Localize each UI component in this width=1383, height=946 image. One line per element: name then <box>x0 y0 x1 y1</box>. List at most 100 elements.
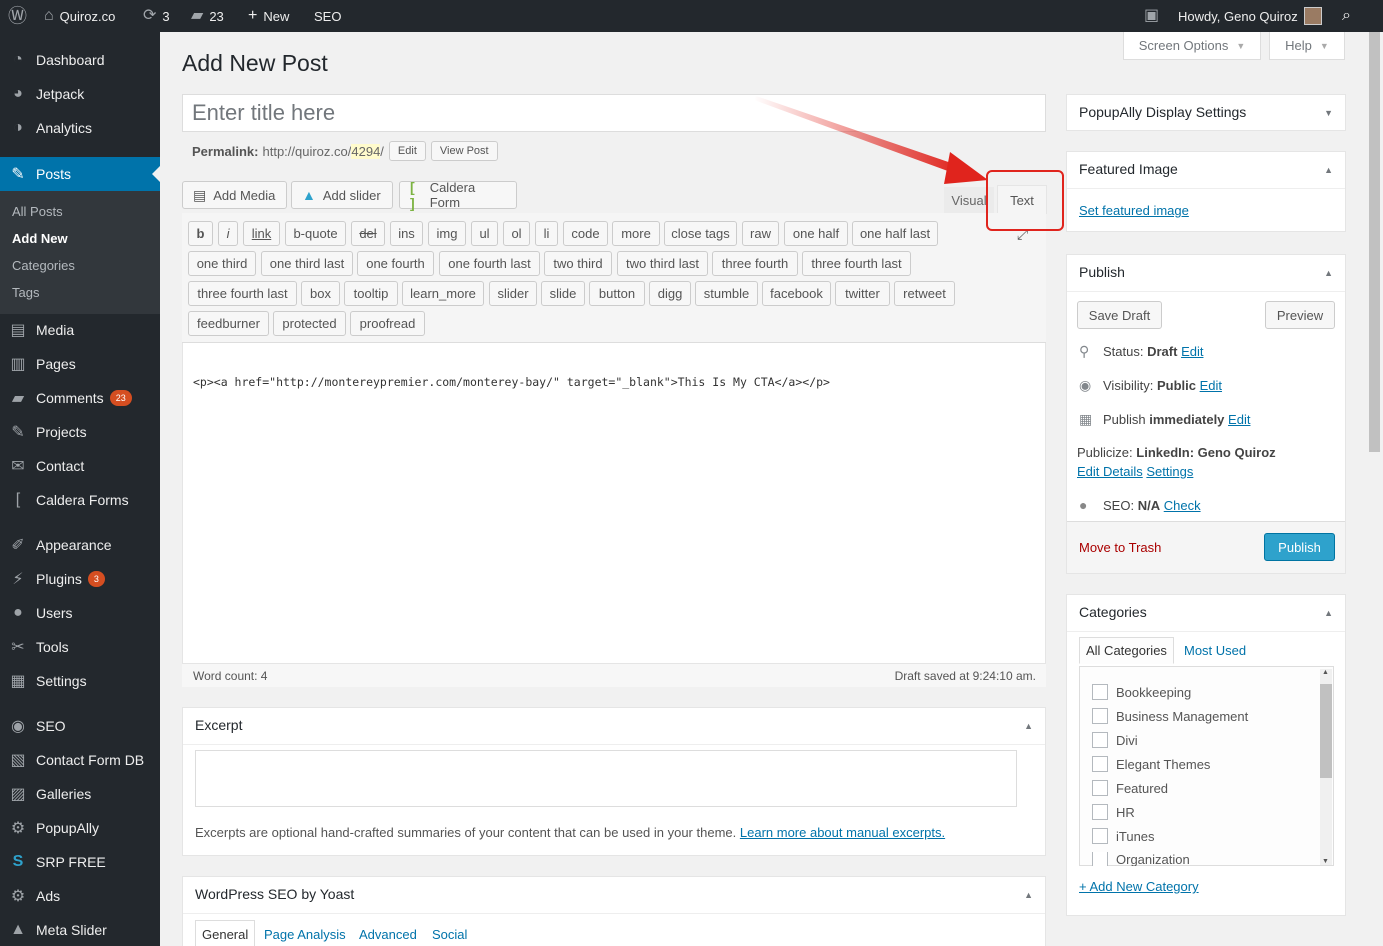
collapse-toggle-icon[interactable]: ▲ <box>1024 721 1033 731</box>
category-scrollbar[interactable]: ▲ ▼ <box>1320 669 1332 865</box>
sidebar-item-tools[interactable]: ✂ Tools <box>0 630 160 664</box>
submenu-categories[interactable]: Categories <box>12 258 75 273</box>
category-item[interactable]: Featured <box>1092 780 1168 796</box>
qt-button-two-third-last[interactable]: two third last <box>617 251 708 276</box>
edit-visibility-link[interactable]: Edit <box>1200 378 1222 393</box>
qt-button-one-half[interactable]: one half <box>784 221 848 246</box>
qt-button-twitter[interactable]: twitter <box>835 281 890 306</box>
qt-button-facebook[interactable]: facebook <box>762 281 831 306</box>
yoast-tab-advanced[interactable]: Advanced <box>359 927 417 942</box>
set-featured-image-link[interactable]: Set featured image <box>1079 203 1189 218</box>
preview-button[interactable]: Preview <box>1265 301 1335 329</box>
qt-button-code[interactable]: code <box>563 221 608 246</box>
checkbox[interactable] <box>1092 708 1108 724</box>
comments-link[interactable]: ▰ 23 <box>191 0 224 32</box>
qt-button-two-third[interactable]: two third <box>544 251 612 276</box>
edit-permalink-button[interactable]: Edit <box>388 141 426 161</box>
qt-button-three-fourth-last-2[interactable]: three fourth last <box>188 281 297 306</box>
qt-button-learn-more[interactable]: learn_more <box>402 281 484 306</box>
qt-button-li[interactable]: li <box>535 221 558 246</box>
sidebar-item-meta-slider[interactable]: ▲ Meta Slider <box>0 913 160 946</box>
checkbox[interactable] <box>1092 780 1108 796</box>
sidebar-item-media[interactable]: ▤ Media <box>0 313 160 347</box>
save-draft-button[interactable]: Save Draft <box>1077 301 1162 329</box>
sidebar-item-srp-free[interactable]: S SRP FREE <box>0 845 160 879</box>
qt-button-ins[interactable]: ins <box>390 221 423 246</box>
sidebar-item-users[interactable]: ● Users <box>0 596 160 630</box>
sidebar-item-settings[interactable]: ▦ Settings <box>0 664 160 698</box>
my-account-link[interactable]: Howdy, Geno Quiroz <box>1178 0 1322 32</box>
permalink-slug[interactable]: 4294 <box>351 143 381 159</box>
qt-button-one-third[interactable]: one third <box>188 251 256 276</box>
sidebar-item-analytics[interactable]: ◑ Analytics <box>0 111 160 145</box>
qt-button-one-half-last[interactable]: one half last <box>852 221 938 246</box>
qt-button-one-fourth[interactable]: one fourth <box>357 251 434 276</box>
qt-button-del[interactable]: del <box>351 221 385 246</box>
sidebar-item-plugins[interactable]: ⚡ Plugins 3 <box>0 562 160 596</box>
screen-options-button[interactable]: Screen Options ▼ <box>1123 32 1261 60</box>
excerpt-textarea[interactable] <box>195 750 1017 807</box>
edit-schedule-link[interactable]: Edit <box>1228 412 1250 427</box>
updates-link[interactable]: ⟳ 3 <box>143 0 170 32</box>
qt-button-b-quote[interactable]: b-quote <box>285 221 346 246</box>
collapse-toggle-icon[interactable]: ▲ <box>1324 165 1333 175</box>
sidebar-item-projects[interactable]: ✎ Projects <box>0 415 160 449</box>
qt-button-box[interactable]: box <box>301 281 340 306</box>
yoast-tab-page-analysis[interactable]: Page Analysis <box>264 927 346 942</box>
scroll-up-icon[interactable]: ▲ <box>1322 669 1329 676</box>
category-item[interactable]: Bookkeeping <box>1092 684 1191 700</box>
sidebar-item-appearance[interactable]: ✐ Appearance <box>0 528 160 562</box>
publish-button[interactable]: Publish <box>1264 533 1335 561</box>
scrollbar-thumb[interactable] <box>1320 684 1332 778</box>
category-item[interactable]: Divi <box>1092 732 1138 748</box>
submenu-add-new[interactable]: Add New <box>12 231 68 246</box>
qt-button-i[interactable]: i <box>218 221 238 246</box>
sidebar-item-pages[interactable]: ▥ Pages <box>0 347 160 381</box>
search-icon[interactable]: ⌕ <box>1342 0 1357 32</box>
qt-button-slider[interactable]: slider <box>489 281 537 306</box>
learn-more-excerpts-link[interactable]: Learn more about manual excerpts. <box>740 825 945 840</box>
qt-button-raw[interactable]: raw <box>742 221 779 246</box>
qt-button-ol[interactable]: ol <box>503 221 530 246</box>
checkbox[interactable] <box>1092 828 1108 844</box>
page-scrollbar[interactable] <box>1366 32 1383 946</box>
qt-button-one-third-last[interactable]: one third last <box>261 251 353 276</box>
qt-button-tooltip[interactable]: tooltip <box>344 281 398 306</box>
view-post-button[interactable]: View Post <box>430 141 498 161</box>
category-item[interactable]: Business Management <box>1092 708 1248 724</box>
edit-details-link[interactable]: Edit Details <box>1077 464 1143 479</box>
qt-button-button[interactable]: button <box>589 281 645 306</box>
add-media-button[interactable]: ▤ Add Media <box>182 181 287 209</box>
qt-button-protected[interactable]: protected <box>273 311 346 336</box>
qt-button-retweet[interactable]: retweet <box>894 281 955 306</box>
scroll-down-icon[interactable]: ▼ <box>1322 858 1329 865</box>
checkbox[interactable] <box>1092 732 1108 748</box>
notification-icon[interactable]: ▣ <box>1144 0 1165 32</box>
submenu-all-posts[interactable]: All Posts <box>12 204 63 219</box>
category-item[interactable]: iTunes <box>1092 828 1155 844</box>
move-to-trash-link[interactable]: Move to Trash <box>1079 540 1161 555</box>
qt-button-one-fourth-last[interactable]: one fourth last <box>439 251 540 276</box>
sidebar-item-jetpack[interactable]: ◕ Jetpack <box>0 77 160 111</box>
help-button[interactable]: Help ▼ <box>1269 32 1345 60</box>
sidebar-item-dashboard[interactable]: ◔ Dashboard <box>0 43 160 77</box>
category-item[interactable]: Organization <box>1092 852 1190 866</box>
edit-status-link[interactable]: Edit <box>1181 344 1203 359</box>
tab-most-used[interactable]: Most Used <box>1184 643 1246 658</box>
checkbox[interactable] <box>1092 852 1108 866</box>
qt-button-three-fourth-last[interactable]: three fourth last <box>802 251 911 276</box>
qt-button-more[interactable]: more <box>612 221 660 246</box>
add-new-category-link[interactable]: + Add New Category <box>1079 879 1199 894</box>
sidebar-item-galleries[interactable]: ▨ Galleries <box>0 777 160 811</box>
page-scrollbar-thumb[interactable] <box>1369 32 1380 452</box>
new-content-link[interactable]: + New <box>248 0 289 32</box>
collapse-toggle-icon[interactable]: ▲ <box>1324 608 1333 618</box>
collapse-toggle-icon[interactable]: ▲ <box>1324 268 1333 278</box>
sidebar-item-caldera-forms[interactable]: [Caldera Forms <box>0 483 160 517</box>
sidebar-item-seo[interactable]: ◉ SEO <box>0 709 160 743</box>
yoast-tab-social[interactable]: Social <box>432 927 467 942</box>
seo-check-link[interactable]: Check <box>1164 498 1201 513</box>
sidebar-item-posts[interactable]: ✎ Posts <box>0 157 160 191</box>
qt-button-img[interactable]: img <box>428 221 466 246</box>
qt-button-three-fourth[interactable]: three fourth <box>712 251 798 276</box>
